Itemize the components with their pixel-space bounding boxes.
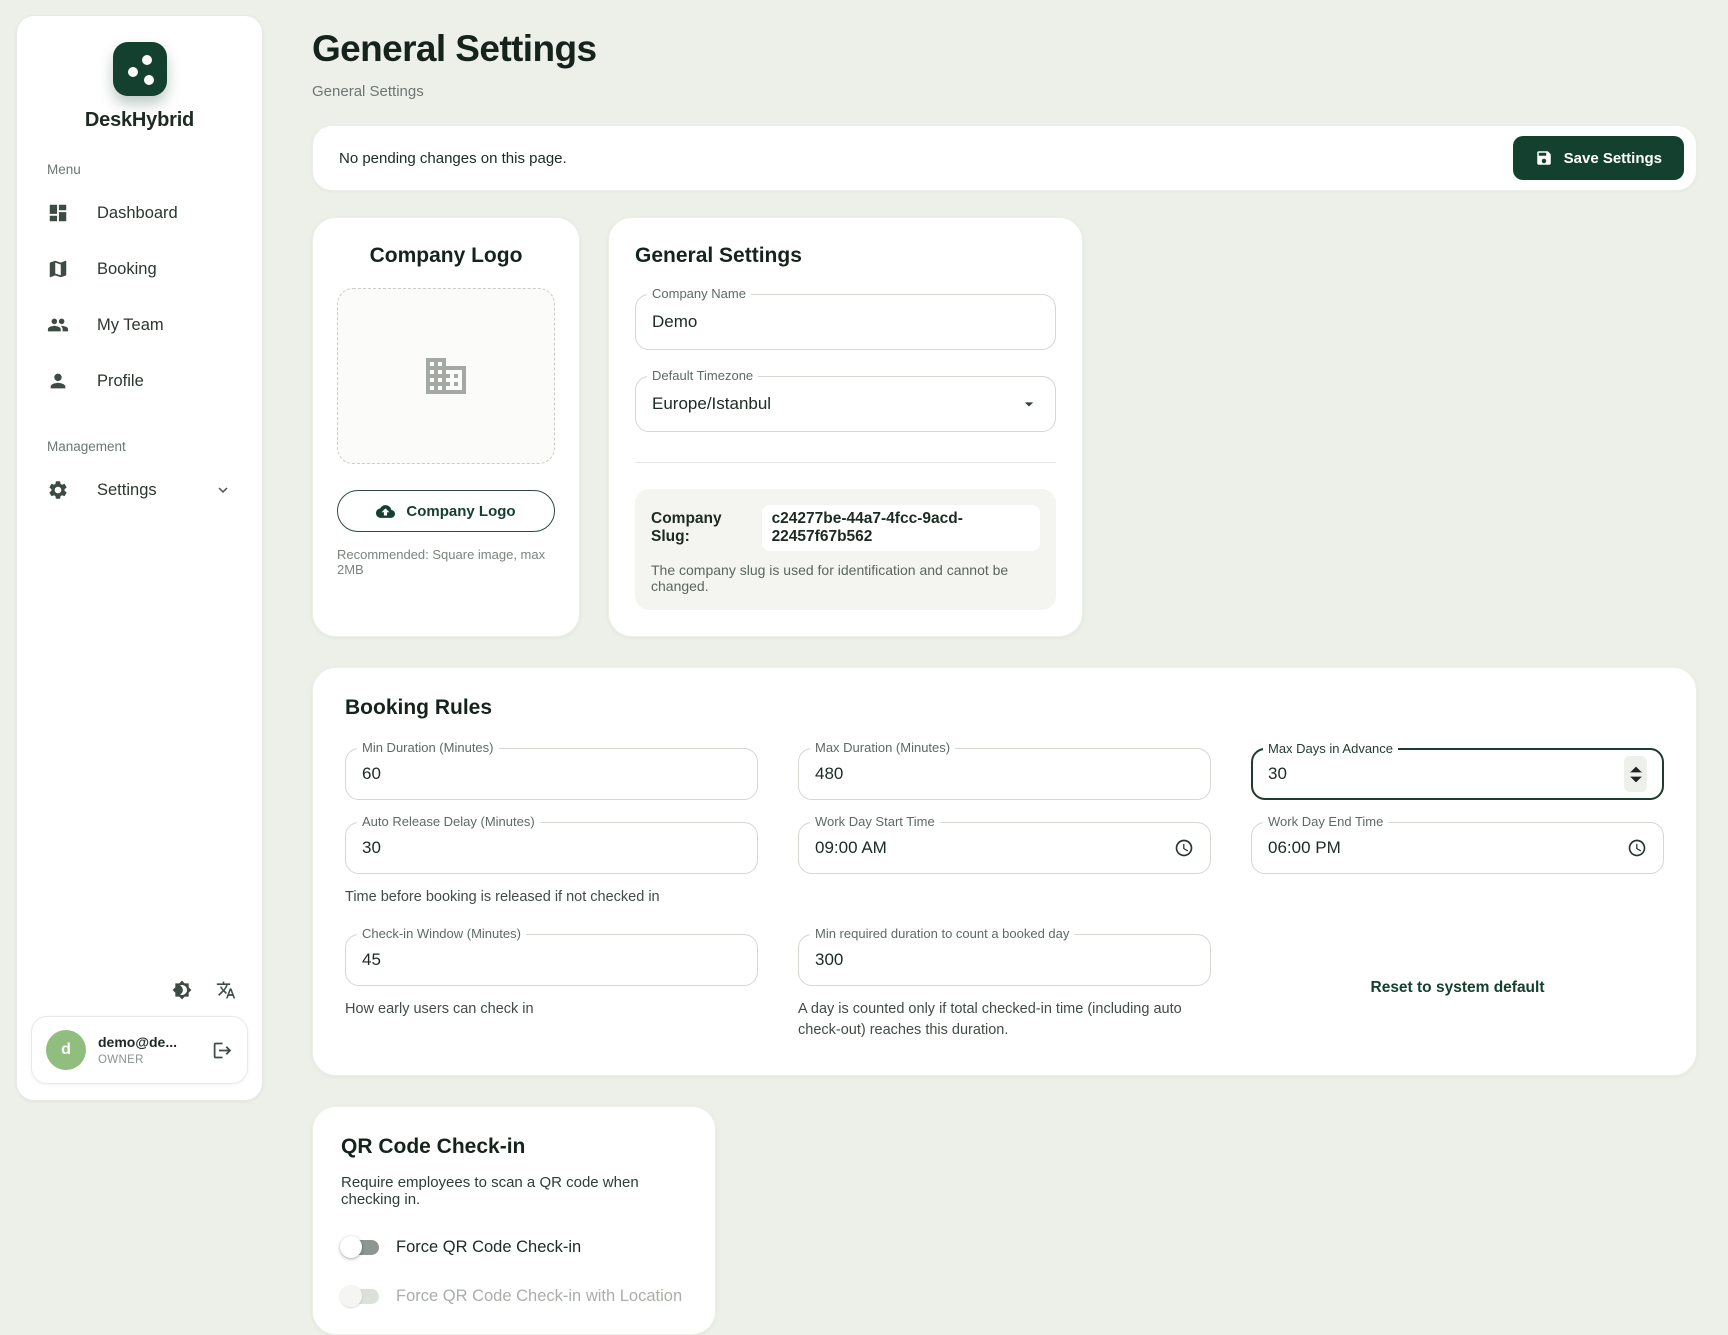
- company-name-input[interactable]: [652, 312, 1039, 332]
- dashboard-icon: [47, 202, 69, 224]
- company-slug-help: The company slug is used for identificat…: [651, 562, 1040, 594]
- qr-checkin-title: QR Code Check-in: [341, 1135, 687, 1159]
- company-logo-card-title: Company Logo: [370, 244, 523, 268]
- user-role-badge: OWNER: [98, 1054, 200, 1066]
- person-icon: [47, 370, 69, 392]
- brand: DeskHybrid: [17, 42, 262, 132]
- sidebar: DeskHybrid Menu Dashboard Booking My Tea…: [16, 15, 263, 1101]
- work-day-end-time-field[interactable]: Work Day End Time 06:00 PM: [1251, 822, 1664, 874]
- max-duration-field[interactable]: Max Duration (Minutes): [798, 748, 1211, 800]
- timezone-select[interactable]: Default Timezone Europe/Istanbul: [635, 376, 1056, 432]
- sidebar-item-profile[interactable]: Profile: [17, 353, 262, 409]
- auto-release-delay-input[interactable]: [362, 838, 741, 858]
- company-slug-box: Company Slug: c24277be-44a7-4fcc-9acd-22…: [635, 489, 1056, 610]
- breadcrumb: General Settings: [312, 83, 1697, 100]
- min-required-duration-field[interactable]: Min required duration to count a booked …: [798, 934, 1211, 986]
- deskhybrid-logo-icon: [113, 42, 167, 96]
- map-icon: [47, 258, 69, 280]
- work-day-end-time-value: 06:00 PM: [1268, 838, 1341, 858]
- upload-logo-button[interactable]: Company Logo: [337, 490, 555, 532]
- pending-changes-status: No pending changes on this page.: [339, 150, 567, 167]
- auto-release-delay-field[interactable]: Auto Release Delay (Minutes): [345, 822, 758, 874]
- max-duration-input[interactable]: [815, 764, 1194, 784]
- user-card[interactable]: d demo@de... OWNER: [31, 1016, 248, 1084]
- main-content: General Settings General Settings No pen…: [312, 28, 1697, 1335]
- min-required-helper: A day is counted only if total checked-i…: [798, 999, 1211, 1041]
- sidebar-item-settings[interactable]: Settings: [17, 462, 262, 518]
- checkin-window-field[interactable]: Check-in Window (Minutes): [345, 934, 758, 986]
- sidebar-item-label: My Team: [97, 316, 164, 335]
- toggle-switch-disabled: [341, 1289, 379, 1304]
- logout-icon[interactable]: [212, 1040, 233, 1061]
- min-duration-field[interactable]: Min Duration (Minutes): [345, 748, 758, 800]
- sidebar-item-dashboard[interactable]: Dashboard: [17, 185, 262, 241]
- divider: [635, 462, 1056, 463]
- number-stepper[interactable]: [1624, 756, 1647, 792]
- sidebar-item-my-team[interactable]: My Team: [17, 297, 262, 353]
- avatar: d: [46, 1030, 86, 1070]
- booking-rules-card: Booking Rules Min Duration (Minutes) Max…: [312, 667, 1697, 1076]
- language-icon[interactable]: [216, 980, 236, 1000]
- company-slug-value: c24277be-44a7-4fcc-9acd-22457f67b562: [762, 505, 1040, 551]
- company-name-field[interactable]: Company Name: [635, 294, 1056, 350]
- sidebar-section-management: Management: [17, 439, 262, 454]
- company-name-label: Company Name: [647, 286, 751, 301]
- theme-toggle-icon[interactable]: [172, 980, 192, 1000]
- checkin-window-helper: How early users can check in: [345, 999, 758, 1020]
- sidebar-item-label: Booking: [97, 260, 157, 279]
- max-days-in-advance-field[interactable]: Max Days in Advance: [1251, 748, 1664, 800]
- min-duration-input[interactable]: [362, 764, 741, 784]
- sidebar-item-label: Settings: [97, 481, 157, 500]
- max-days-in-advance-input[interactable]: [1268, 764, 1624, 784]
- reset-to-default-link[interactable]: Reset to system default: [1371, 979, 1545, 997]
- save-icon: [1535, 149, 1553, 167]
- company-slug-label: Company Slug:: [651, 510, 752, 546]
- cloud-upload-icon: [376, 502, 395, 521]
- stepper-down-icon[interactable]: [1629, 775, 1643, 784]
- checkin-window-input[interactable]: [362, 950, 741, 970]
- clock-icon[interactable]: [1627, 838, 1647, 858]
- qr-checkin-card: QR Code Check-in Require employees to sc…: [312, 1106, 716, 1335]
- force-qr-checkin-toggle[interactable]: Force QR Code Check-in: [341, 1238, 687, 1257]
- logo-dropzone[interactable]: [337, 288, 555, 464]
- force-qr-checkin-location-toggle: Force QR Code Check-in with Location: [341, 1287, 687, 1306]
- toggle-switch-off[interactable]: [341, 1240, 379, 1255]
- auto-release-helper: Time before booking is released if not c…: [345, 887, 758, 908]
- company-logo-card: Company Logo Company Logo Recommended: S…: [312, 217, 580, 637]
- work-day-start-time-field[interactable]: Work Day Start Time 09:00 AM: [798, 822, 1211, 874]
- save-bar: No pending changes on this page. Save Se…: [312, 125, 1697, 191]
- sidebar-item-label: Dashboard: [97, 204, 178, 223]
- timezone-value: Europe/Istanbul: [652, 394, 771, 414]
- sidebar-item-label: Profile: [97, 372, 144, 391]
- booking-rules-title: Booking Rules: [345, 696, 1664, 720]
- qr-checkin-description: Require employees to scan a QR code when…: [341, 1174, 687, 1208]
- sidebar-section-menu: Menu: [17, 162, 262, 177]
- clock-icon[interactable]: [1174, 838, 1194, 858]
- general-settings-card-title: General Settings: [635, 244, 1056, 268]
- people-icon: [47, 314, 69, 336]
- gear-icon: [47, 479, 69, 501]
- brand-name: DeskHybrid: [85, 109, 194, 132]
- timezone-label: Default Timezone: [647, 368, 758, 383]
- sidebar-nav: Dashboard Booking My Team Profile: [17, 185, 262, 409]
- sidebar-item-booking[interactable]: Booking: [17, 241, 262, 297]
- caret-down-icon: [1019, 394, 1039, 414]
- chevron-down-icon: [214, 481, 232, 499]
- save-settings-button[interactable]: Save Settings: [1513, 136, 1684, 180]
- min-required-duration-input[interactable]: [815, 950, 1194, 970]
- sidebar-footer-icons: [17, 980, 262, 1016]
- general-settings-card: General Settings Company Name Default Ti…: [608, 217, 1083, 637]
- work-day-start-time-value: 09:00 AM: [815, 838, 887, 858]
- logo-hint: Recommended: Square image, max 2MB: [337, 547, 555, 577]
- building-icon: [422, 352, 470, 400]
- user-email: demo@de...: [98, 1034, 200, 1050]
- stepper-up-icon[interactable]: [1629, 765, 1643, 774]
- page-title: General Settings: [312, 28, 1697, 70]
